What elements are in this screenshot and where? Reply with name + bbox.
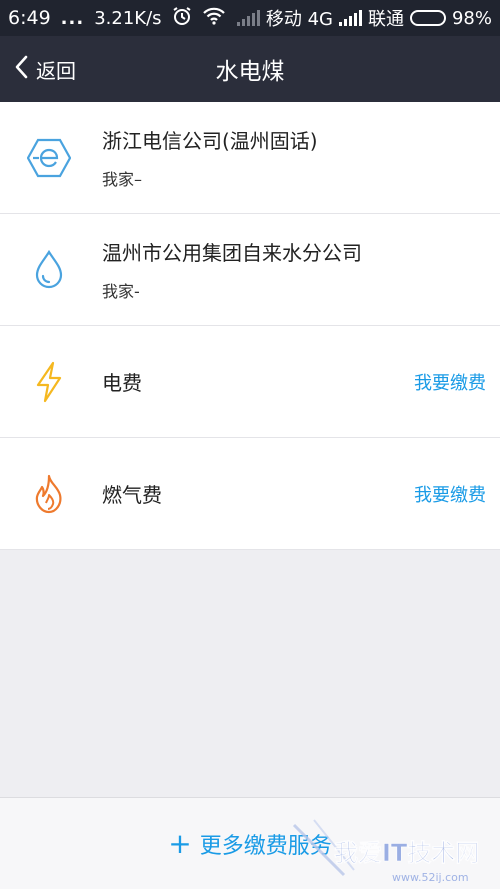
plus-icon: +	[168, 826, 192, 860]
network-speed: 3.21K/s	[94, 7, 162, 29]
list-item-gas[interactable]: 燃气费 我要缴费	[0, 438, 500, 550]
water-drop-icon	[26, 247, 72, 293]
list-item-electricity[interactable]: 电费 我要缴费	[0, 326, 500, 438]
status-time: 6:49	[8, 7, 51, 29]
carrier-1: 移动 4G	[265, 9, 333, 30]
more-services-label: 更多缴费服务	[199, 833, 332, 859]
list-item-water[interactable]: 温州市公用集团自来水分公司 我家-	[0, 214, 500, 326]
notification-dots: ...	[60, 7, 85, 29]
pay-button[interactable]: 我要缴费	[414, 369, 486, 395]
back-button[interactable]: 返回	[14, 36, 76, 102]
lightning-icon	[26, 359, 72, 405]
carrier-2: 联通	[367, 9, 404, 30]
status-bar: 6:49 ... 3.21K/s 移动 4G 联通 98%	[0, 0, 500, 36]
more-services-button[interactable]: + 更多缴费服务	[168, 828, 331, 860]
chevron-left-icon	[14, 55, 28, 83]
list-item-name: 电费	[102, 371, 142, 395]
pay-button[interactable]: 我要缴费	[414, 481, 486, 507]
list-item-telecom[interactable]: 浙江电信公司(温州固话) 我家–	[0, 102, 500, 214]
flame-icon	[26, 471, 72, 517]
battery-level: 98%	[451, 7, 492, 29]
signal-strength-icon	[236, 10, 260, 26]
signal-strength-icon	[338, 10, 362, 26]
wifi-icon	[202, 7, 226, 30]
list-item-name: 浙江电信公司(温州固话)	[102, 129, 318, 153]
back-label: 返回	[36, 58, 76, 83]
alarm-icon	[172, 6, 192, 31]
nav-bar: 返回 水电煤	[0, 36, 500, 102]
list-item-tag: 我家-	[102, 282, 140, 301]
list-item-name: 温州市公用集团自来水分公司	[102, 241, 362, 265]
footer-bar: + 更多缴费服务	[0, 797, 500, 889]
list-item-tag: 我家–	[102, 170, 143, 189]
telecom-e-icon	[26, 135, 72, 181]
list-item-name: 燃气费	[102, 483, 162, 507]
utility-list: 浙江电信公司(温州固话) 我家– 温州市公用集团自来水分公司 我家- 电费 我要…	[0, 102, 500, 550]
battery-icon	[409, 10, 446, 26]
